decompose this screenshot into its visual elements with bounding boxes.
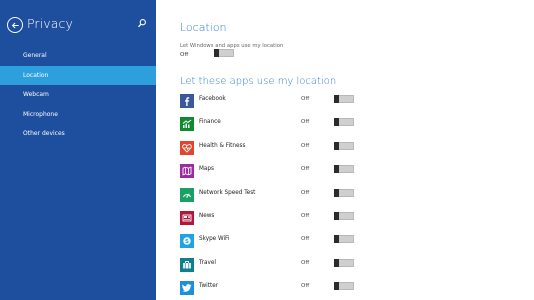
location-toggle-state: Off [180, 52, 189, 58]
app-location-toggle[interactable] [334, 211, 354, 220]
sidebar-item-general[interactable]: General [0, 46, 156, 66]
app-location-toggle[interactable] [334, 141, 354, 150]
health-fitness-icon [180, 140, 194, 155]
app-location-toggle[interactable] [334, 235, 354, 244]
toggle-knob [214, 49, 219, 57]
twitter-icon [180, 281, 194, 296]
toggle-knob [334, 211, 339, 220]
app-name: Facebook [199, 96, 226, 102]
sidebar-item-other-devices[interactable]: Other devices [0, 124, 156, 144]
app-row-network-speed-test: Network Speed Test Off [180, 187, 534, 211]
toggle-knob [334, 188, 339, 197]
app-row-maps: Maps Off [180, 164, 534, 187]
travel-icon [180, 257, 194, 272]
app-location-toggle[interactable] [334, 258, 354, 267]
sidebar-item-label: Microphone [23, 110, 58, 118]
app-row-twitter: Twitter Off [180, 281, 534, 300]
app-location-toggle[interactable] [334, 188, 354, 197]
network-speed-test-icon [180, 187, 194, 202]
maps-icon [180, 164, 194, 179]
toggle-knob [334, 235, 339, 244]
sidebar-nav: General Location Webcam Microphone Other… [0, 46, 156, 144]
facebook-icon [180, 94, 194, 108]
news-icon [180, 210, 194, 225]
sidebar-item-label: Webcam [23, 91, 49, 98]
toggle-knob [334, 95, 339, 103]
finance-icon [180, 117, 194, 132]
sidebar-item-location[interactable]: Location [0, 65, 156, 85]
sidebar-header: Privacy [7, 16, 153, 37]
app-toggle-state: Off [301, 166, 310, 173]
page-title: Privacy [27, 16, 73, 31]
toggle-knob [334, 165, 339, 174]
section-title: Location [180, 21, 227, 34]
back-button[interactable] [7, 17, 23, 33]
app-row-facebook: Facebook Off [180, 94, 534, 117]
app-row-finance: Finance Off [180, 117, 534, 140]
app-toggle-state: Off [301, 119, 310, 126]
app-toggle-state: Off [301, 236, 310, 243]
app-toggle-state: Off [301, 189, 310, 196]
back-arrow-icon [11, 22, 19, 28]
app-name: News [199, 212, 215, 219]
location-toggle[interactable] [214, 49, 234, 57]
app-row-travel: Travel Off [180, 257, 534, 281]
toggle-knob [334, 258, 339, 267]
sidebar-item-microphone[interactable]: Microphone [0, 105, 156, 125]
app-name: Finance [199, 119, 221, 126]
app-location-toggle[interactable] [334, 95, 354, 103]
app-toggle-state: Off [301, 96, 310, 102]
search-icon[interactable] [137, 18, 147, 28]
app-name: Travel [199, 259, 216, 266]
skype-wifi-icon: S [180, 234, 194, 249]
app-name: Twitter [199, 283, 219, 290]
app-row-skype-wifi: S Skype WiFi Off [180, 234, 534, 257]
app-toggle-state: Off [301, 212, 310, 219]
app-location-toggle[interactable] [334, 118, 354, 127]
app-row-news: News Off [180, 210, 534, 234]
sidebar-item-label: Other devices [23, 130, 65, 137]
toggle-knob [334, 282, 339, 291]
app-row-health-fitness: Health & Fitness Off [180, 140, 534, 164]
app-name: Health & Fitness [199, 142, 246, 149]
apps-section-title: Let these apps use my location [180, 76, 337, 87]
app-name: Network Speed Test [199, 189, 256, 196]
app-toggle-state: Off [301, 142, 310, 149]
sidebar: Privacy General Location Webcam Micropho… [0, 0, 156, 300]
sidebar-item-webcam[interactable]: Webcam [0, 85, 156, 105]
sidebar-item-label: General [23, 52, 47, 59]
sidebar-item-label: Location [23, 71, 49, 79]
app-name: Maps [199, 166, 214, 173]
svg-text:S: S [185, 239, 189, 245]
toggle-knob [334, 118, 339, 127]
app-location-toggle[interactable] [334, 165, 354, 174]
app-name: Skype WiFi [199, 236, 230, 243]
app-toggle-state: Off [301, 283, 310, 290]
app-location-toggle[interactable] [334, 282, 354, 291]
app-list: Facebook Off Finance Off Health & Fitnes… [180, 94, 534, 300]
toggle-knob [334, 141, 339, 150]
app-toggle-state: Off [301, 259, 310, 266]
